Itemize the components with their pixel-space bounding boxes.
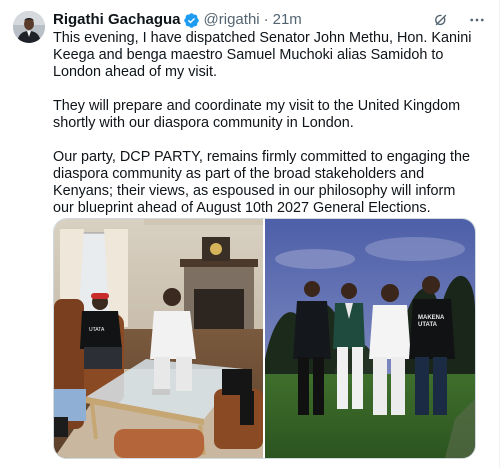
tweet-paragraph-2: They will prepare and coordinate my visi… (53, 98, 461, 131)
avatar-image (13, 11, 45, 43)
verified-badge-icon[interactable] (183, 12, 200, 29)
tweet-text: This evening, I have dispatched Senator … (53, 30, 478, 234)
grok-explain-icon[interactable] (431, 10, 451, 30)
more-options-icon[interactable] (467, 10, 487, 30)
separator-dot: · (263, 11, 269, 28)
timestamp[interactable]: 21m (273, 10, 302, 30)
author-name[interactable]: Rigathi Gachagua (53, 10, 181, 30)
author-handle[interactable]: @rigathi (204, 10, 260, 30)
photo-1-shirt-text: UTATA (89, 327, 105, 333)
photo-outdoor-group[interactable]: MAKENA UTATA (265, 219, 475, 458)
tweet-paragraph-1: This evening, I have dispatched Senator … (53, 30, 472, 80)
avatar[interactable] (13, 11, 45, 43)
tweet-header: Rigathi Gachagua @rigathi · 21m (53, 10, 487, 30)
tweet[interactable]: Rigathi Gachagua @rigathi · 21m This eve… (0, 0, 500, 468)
tweet-paragraph-3: Our party, DCP PARTY, remains firmly com… (53, 149, 470, 216)
photo-indoor-meeting[interactable]: UTATA (54, 219, 263, 458)
media-grid: UTATA MAKENA UTATA (53, 218, 476, 459)
